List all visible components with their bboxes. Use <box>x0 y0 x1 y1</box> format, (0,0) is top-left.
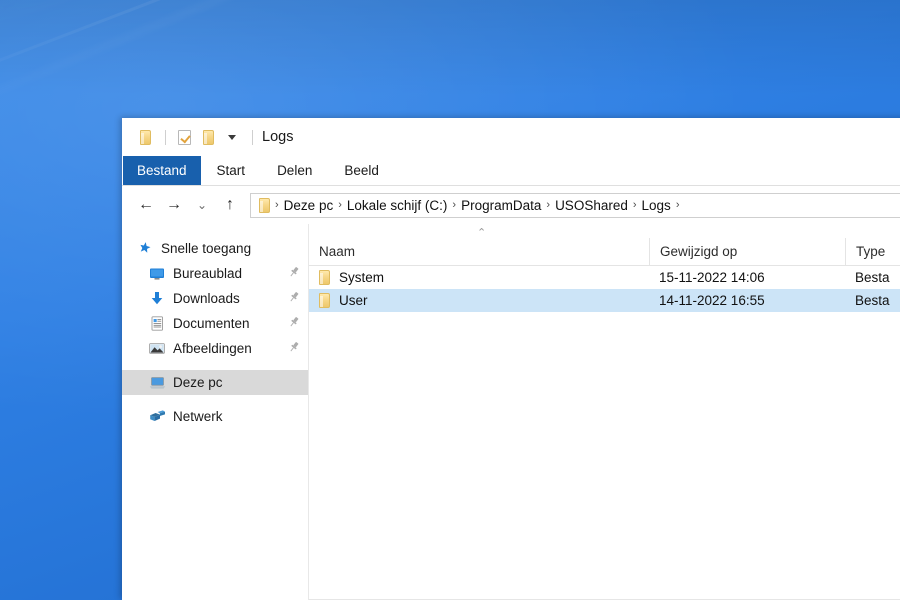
file-date-cell: 14-11-2022 16:55 <box>649 289 845 312</box>
folder-icon <box>319 270 330 285</box>
sidebar-item-label: Bureaublad <box>173 266 288 281</box>
folder-icon <box>319 293 330 308</box>
ribbon-tab-strip: Bestand Start Delen Beeld <box>122 156 900 186</box>
table-row[interactable]: User 14-11-2022 16:55 Besta <box>309 289 900 312</box>
sidebar-item-label: Deze pc <box>173 375 300 390</box>
recent-locations-button[interactable]: ⌄ <box>188 191 216 219</box>
breadcrumb-separator: › <box>545 199 551 211</box>
breadcrumb-item-logs[interactable]: Logs <box>638 198 675 213</box>
breadcrumb-separator: › <box>274 199 280 211</box>
this-pc-icon <box>148 375 166 391</box>
new-folder-icon[interactable] <box>197 126 219 148</box>
toolbar-separator-2 <box>252 130 253 145</box>
breadcrumb-separator: › <box>337 199 343 211</box>
breadcrumb-separator: › <box>632 199 638 211</box>
sidebar-item-snelle-toegang[interactable]: Snelle toegang <box>122 236 308 261</box>
tab-delen[interactable]: Delen <box>261 156 328 185</box>
address-bar-row: ← → ⌄ ↑ › Deze pc › Lokale schijf (C:) ›… <box>122 186 900 224</box>
network-icon <box>148 409 166 425</box>
chevron-down-icon[interactable] <box>221 126 243 148</box>
window-body: Snelle toegang Bureaublad <box>122 224 900 600</box>
file-type-cell: Besta <box>845 266 900 289</box>
sidebar-item-documenten[interactable]: Documenten <box>122 311 308 336</box>
up-button[interactable]: ↑ <box>216 191 244 219</box>
folder-icon[interactable] <box>134 126 156 148</box>
back-button[interactable]: ← <box>132 191 160 219</box>
breadcrumb-item-lokale-schijf[interactable]: Lokale schijf (C:) <box>343 198 452 213</box>
pin-icon[interactable] <box>288 291 300 306</box>
address-bar[interactable]: › Deze pc › Lokale schijf (C:) › Program… <box>250 193 900 218</box>
table-row[interactable]: System 15-11-2022 14:06 Besta <box>309 266 900 289</box>
column-header-type[interactable]: Type <box>845 238 900 265</box>
breadcrumb-separator: › <box>451 199 457 211</box>
sidebar-item-label: Snelle toegang <box>161 241 300 256</box>
tab-start[interactable]: Start <box>201 156 262 185</box>
sidebar-item-label: Afbeeldingen <box>173 341 288 356</box>
navigation-pane: Snelle toegang Bureaublad <box>122 224 309 600</box>
pin-icon[interactable] <box>288 266 300 281</box>
file-name-cell: System <box>309 266 649 289</box>
breadcrumb: › Deze pc › Lokale schijf (C:) › Program… <box>257 198 680 213</box>
file-rows: System 15-11-2022 14:06 Besta User 14-11… <box>309 266 900 599</box>
file-date-cell: 15-11-2022 14:06 <box>649 266 845 289</box>
file-name-label: System <box>339 270 384 285</box>
breadcrumb-item-programdata[interactable]: ProgramData <box>457 198 545 213</box>
sidebar-item-label: Documenten <box>173 316 288 331</box>
forward-button[interactable]: → <box>160 191 188 219</box>
desktop-icon <box>148 266 166 282</box>
sidebar-item-label: Netwerk <box>173 409 300 424</box>
sidebar-item-deze-pc[interactable]: Deze pc <box>122 370 308 395</box>
star-icon <box>136 241 154 257</box>
desktop: Logs Bestand Start Delen Beeld ← → ⌄ ↑ ›… <box>0 0 900 600</box>
pin-icon[interactable] <box>288 316 300 331</box>
window-title: Logs <box>262 129 293 145</box>
file-type-cell: Besta <box>845 289 900 312</box>
sidebar-item-afbeeldingen[interactable]: Afbeeldingen <box>122 336 308 361</box>
column-header-gewijzigd-op[interactable]: Gewijzigd op <box>649 238 845 265</box>
pictures-icon <box>148 341 166 357</box>
tab-beeld[interactable]: Beeld <box>328 156 395 185</box>
document-icon <box>148 316 166 332</box>
pin-icon[interactable] <box>288 341 300 356</box>
sidebar-gap-2 <box>122 395 308 404</box>
file-list-pane: ⌃ Naam Gewijzigd op Type System <box>309 224 900 600</box>
sidebar-item-bureaublad[interactable]: Bureaublad <box>122 261 308 286</box>
file-name-cell: User <box>309 289 649 312</box>
file-explorer-window: Logs Bestand Start Delen Beeld ← → ⌄ ↑ ›… <box>122 118 900 600</box>
sidebar-gap-1 <box>122 361 308 370</box>
breadcrumb-item-usoshared[interactable]: USOShared <box>551 198 632 213</box>
sidebar-item-netwerk[interactable]: Netwerk <box>122 404 308 429</box>
tab-bestand[interactable]: Bestand <box>123 156 201 185</box>
sort-ascending-icon: ⌃ <box>477 228 486 239</box>
title-bar: Logs <box>122 118 900 156</box>
sidebar-item-label: Downloads <box>173 291 288 306</box>
column-header-row: Naam Gewijzigd op Type <box>309 238 900 266</box>
download-icon <box>148 291 166 307</box>
breadcrumb-separator: › <box>675 199 681 211</box>
properties-icon[interactable] <box>173 126 195 148</box>
breadcrumb-item-deze-pc[interactable]: Deze pc <box>280 198 338 213</box>
toolbar-separator-1 <box>165 130 166 145</box>
file-name-label: User <box>339 293 368 308</box>
breadcrumb-folder-icon <box>259 198 270 213</box>
sidebar-item-downloads[interactable]: Downloads <box>122 286 308 311</box>
column-header-naam[interactable]: Naam <box>309 238 649 265</box>
